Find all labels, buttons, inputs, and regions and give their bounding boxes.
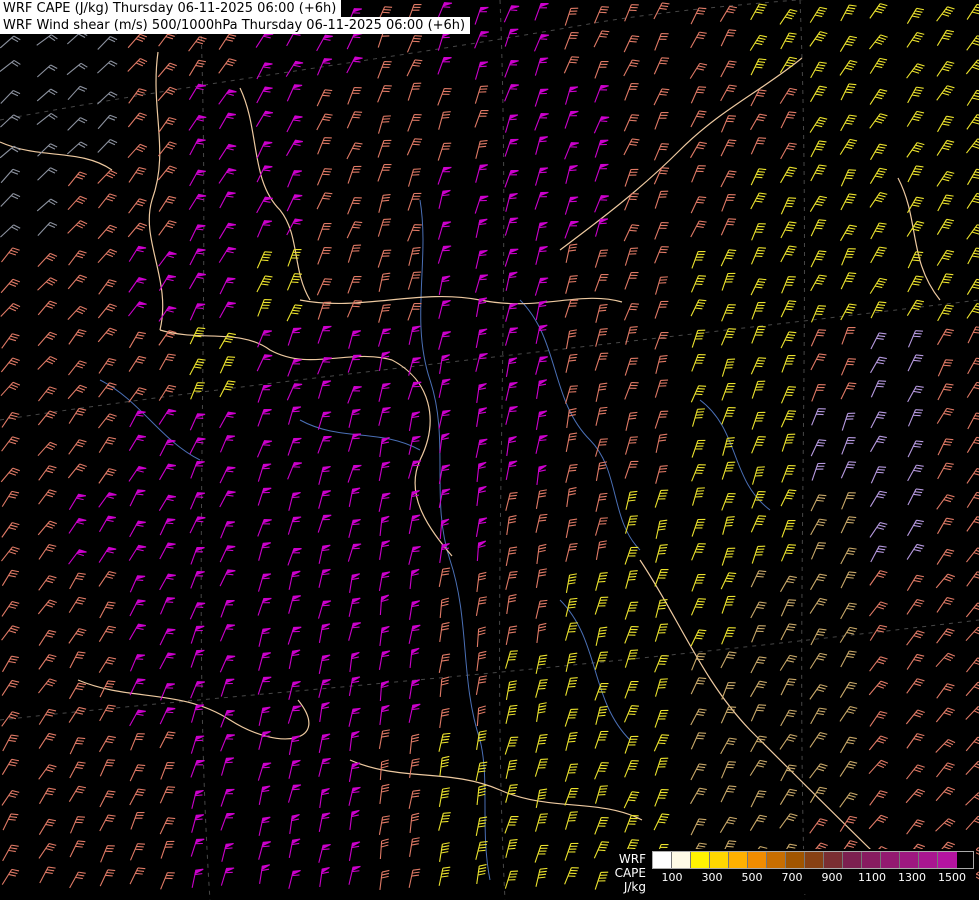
weather-map: WRF CAPE (J/kg) Thursday 06-11-2025 06:0… [0,0,979,900]
legend-tick: 500 [732,871,772,884]
header-line-shear: WRF Wind shear (m/s) 500/1000hPa Thursda… [0,17,470,34]
legend-tick: 900 [812,871,852,884]
header-line-cape: WRF CAPE (J/kg) Thursday 06-11-2025 06:0… [0,0,341,17]
legend-label-block: WRF CAPE J/kg [615,852,646,894]
colorbar-cell [710,852,729,868]
legend-label-unit: J/kg [615,880,646,894]
legend-ticks: 100 300 500 700 900 1100 1300 1500 [652,869,974,885]
colorbar-cell [653,852,672,868]
colorbar-cell [843,852,862,868]
legend-tick: 300 [692,871,732,884]
legend-tick: 100 [652,871,692,884]
colorbar-cell [672,852,691,868]
colorbar-cell [862,852,881,868]
legend-tick: 1500 [932,871,972,884]
legend-colorbar-wrap: 100 300 500 700 900 1100 1300 1500 [652,851,974,885]
colorbar-cell [805,852,824,868]
legend-tick: 1100 [852,871,892,884]
map-svg [0,0,979,900]
colorbar-cell [767,852,786,868]
colorbar-cell [824,852,843,868]
legend-label-wrf: WRF [615,852,646,866]
map-header: WRF CAPE (J/kg) Thursday 06-11-2025 06:0… [0,0,470,34]
colorbar-cell [748,852,767,868]
colorbar-cell [938,852,957,868]
legend-label-cape: CAPE [615,866,646,880]
legend-colorbar [652,851,974,869]
colorbar-cell [900,852,919,868]
colorbar-cell [881,852,900,868]
cape-legend: WRF CAPE J/kg 100 300 500 700 900 1100 1… [609,849,976,894]
colorbar-cell [729,852,748,868]
legend-tick: 700 [772,871,812,884]
colorbar-cell [786,852,805,868]
colorbar-cell [919,852,938,868]
legend-tick: 1300 [892,871,932,884]
colorbar-cell [691,852,710,868]
